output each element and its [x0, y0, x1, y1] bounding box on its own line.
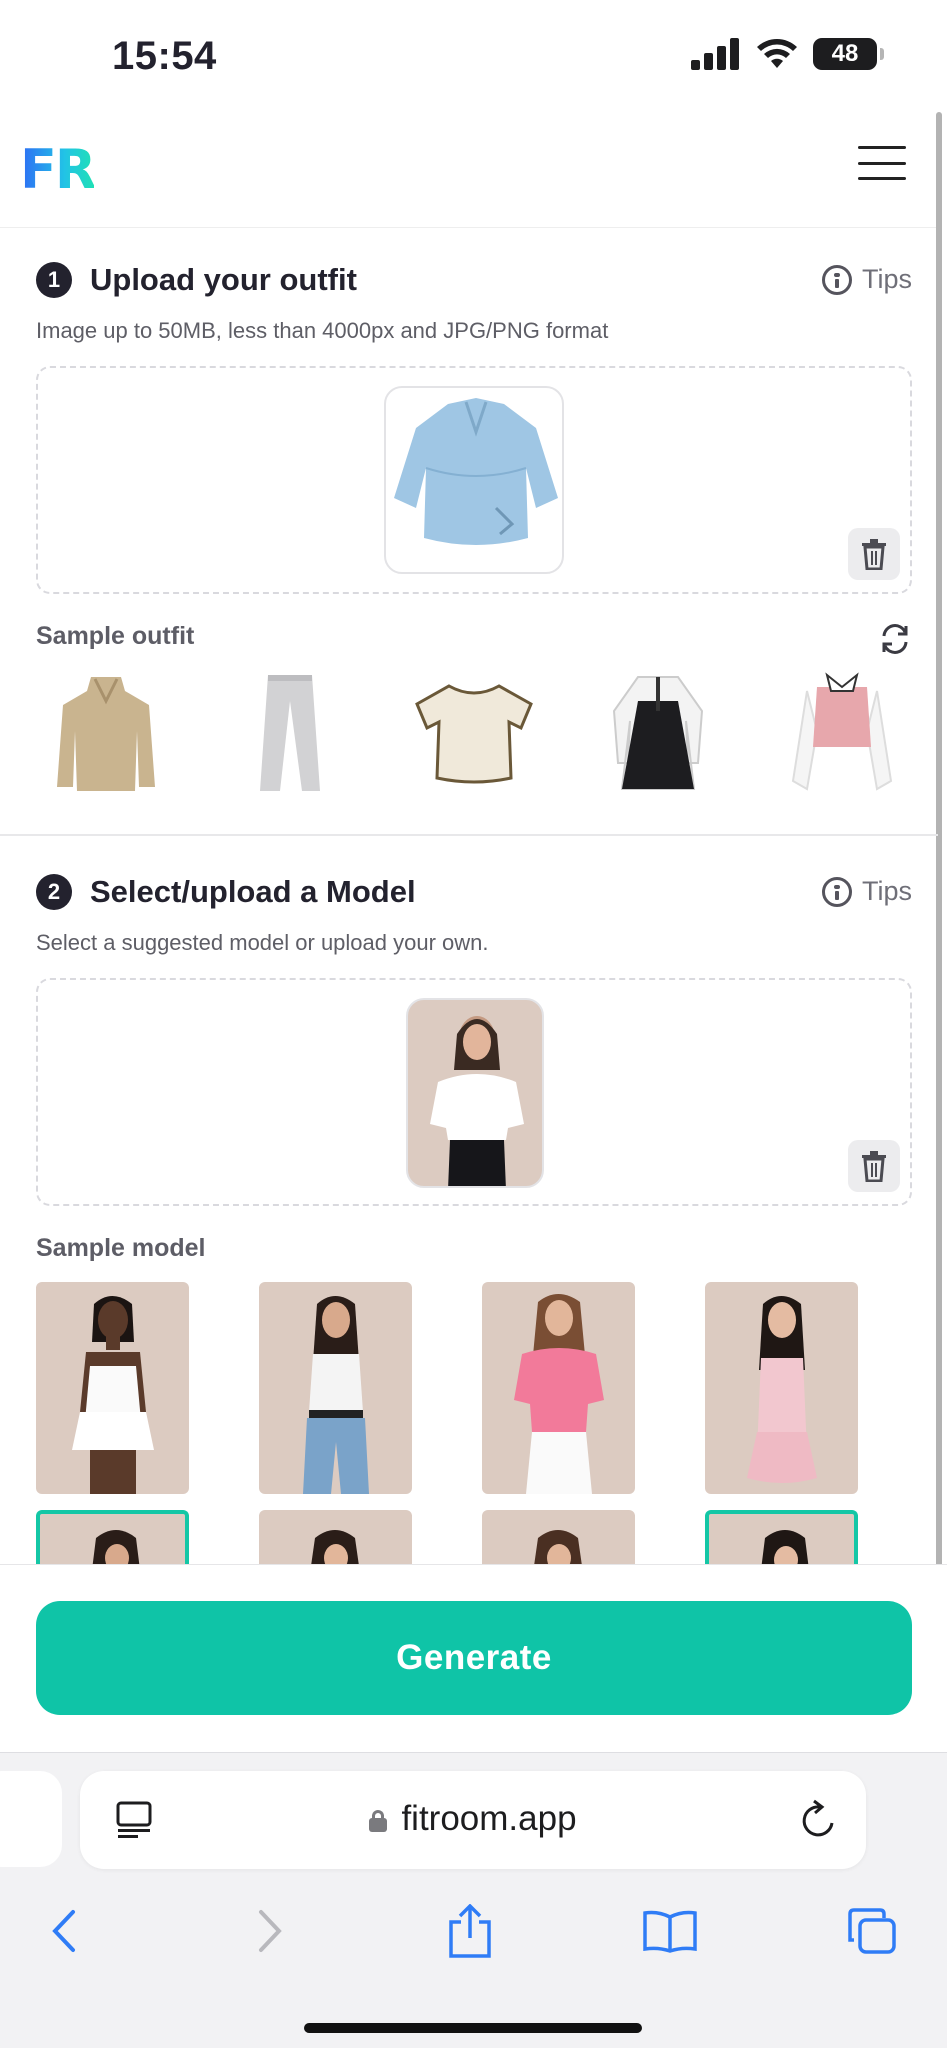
step-number-2: 2 [36, 874, 72, 910]
hamburger-menu-icon[interactable] [858, 143, 906, 183]
delete-outfit-button[interactable] [848, 528, 900, 580]
step-number-1: 1 [36, 262, 72, 298]
sample-outfit-crop-top[interactable] [404, 668, 544, 798]
battery-icon: 48 [813, 38, 884, 70]
sample-outfit-trousers[interactable] [220, 668, 360, 798]
tips-label: Tips [861, 264, 912, 294]
upload-outfit-description: Image up to 50MB, less than 4000px and J… [36, 318, 609, 343]
chevron-right-icon [259, 1910, 282, 1952]
sample-model-2[interactable] [259, 1282, 412, 1494]
back-button[interactable] [34, 1901, 94, 1961]
sample-outfit-blouse[interactable] [772, 668, 912, 798]
tabs-icon [848, 1908, 896, 1954]
blue-blouse-image [394, 398, 558, 545]
tips-button-model[interactable]: Tips [821, 876, 912, 907]
outfit-dropzone[interactable] [36, 366, 912, 594]
status-bar: 15:54 48 [0, 0, 947, 108]
scrollbar[interactable] [936, 112, 942, 1612]
home-indicator [304, 2023, 642, 2033]
sample-outfit-title: Sample outfit [36, 621, 195, 650]
selected-model-image [406, 998, 544, 1188]
browser-toolbar: fitroom.app [0, 1752, 947, 2048]
url-text: fitroom.app [401, 1799, 577, 1838]
sample-model-5[interactable] [36, 1510, 189, 1566]
upload-outfit-section: 1 Upload your outfit Tips Image up to 50… [36, 260, 912, 798]
sample-model-4[interactable] [705, 1282, 858, 1494]
forward-button[interactable] [240, 1901, 300, 1961]
sample-model-6[interactable] [259, 1510, 412, 1566]
sample-model-grid [36, 1282, 858, 1494]
address-bar[interactable]: fitroom.app [80, 1771, 866, 1869]
bookmarks-button[interactable] [640, 1901, 700, 1961]
url-display[interactable]: fitroom.app [80, 1799, 866, 1839]
tabs-button[interactable] [842, 1901, 902, 1961]
uploaded-outfit-image [384, 386, 564, 574]
signal-icon [691, 38, 739, 70]
book-icon [643, 1910, 697, 1953]
select-model-description: Select a suggested model or upload your … [36, 930, 489, 955]
select-model-section: 2 Select/upload a Model Tips Select a su… [36, 872, 912, 1566]
select-model-title: Select/upload a Model [90, 874, 416, 909]
section-divider [0, 834, 938, 836]
fitroom-logo[interactable]: FR [20, 138, 96, 201]
tips-label: Tips [861, 876, 912, 906]
sample-model-8[interactable] [705, 1510, 858, 1566]
status-time: 15:54 [112, 34, 217, 78]
info-icon [821, 264, 852, 295]
sample-outfit-dress[interactable] [588, 668, 728, 798]
sample-model-row-2 [36, 1510, 858, 1566]
generate-bar: Generate [0, 1564, 947, 1752]
info-icon [821, 876, 852, 907]
sample-outfit-list [36, 668, 912, 798]
model-dropzone[interactable] [36, 978, 912, 1206]
site-header: FR [0, 108, 938, 228]
sample-model-1[interactable] [36, 1282, 189, 1494]
refresh-icon[interactable] [878, 622, 912, 656]
share-icon [449, 1904, 491, 1958]
browser-nav-toolbar [0, 1901, 947, 1981]
reload-icon[interactable] [798, 1799, 838, 1841]
generate-button[interactable]: Generate [36, 1601, 912, 1715]
trash-icon [862, 1151, 886, 1182]
sample-outfit-sweater[interactable] [36, 668, 176, 798]
battery-level: 48 [831, 40, 859, 67]
previous-tab-preview[interactable] [0, 1771, 62, 1867]
wifi-icon [757, 39, 797, 68]
trash-icon [862, 539, 886, 570]
chevron-left-icon [52, 1910, 75, 1952]
sample-model-title: Sample model [36, 1233, 206, 1262]
upload-outfit-title: Upload your outfit [90, 262, 357, 297]
sample-model-3[interactable] [482, 1282, 635, 1494]
tips-button-outfit[interactable]: Tips [821, 264, 912, 295]
sample-model-7[interactable] [482, 1510, 635, 1566]
delete-model-button[interactable] [848, 1140, 900, 1192]
status-icons: 48 [691, 38, 884, 70]
share-button[interactable] [440, 1901, 500, 1961]
lock-icon [369, 1810, 388, 1832]
